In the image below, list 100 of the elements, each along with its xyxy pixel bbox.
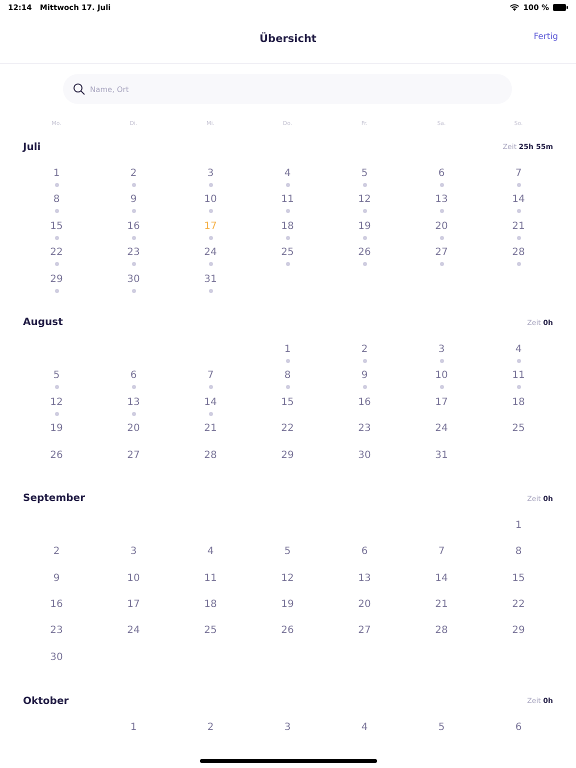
day-number[interactable]: 8 [284, 370, 291, 382]
day-number[interactable]: 17 [435, 396, 448, 409]
day-number[interactable]: 14 [204, 396, 217, 409]
day-number[interactable]: 14 [512, 194, 525, 206]
day-number[interactable]: 25 [512, 423, 525, 436]
day-number[interactable]: 3 [207, 168, 214, 180]
day-number[interactable]: 6 [515, 722, 522, 734]
day-number[interactable]: 2 [53, 546, 60, 558]
day-number[interactable]: 9 [130, 194, 137, 206]
day-number[interactable]: 10 [204, 194, 217, 206]
day-number[interactable]: 12 [50, 396, 63, 409]
day-number[interactable]: 6 [130, 370, 137, 382]
day-number[interactable]: 10 [435, 370, 448, 382]
day-number[interactable]: 14 [435, 572, 448, 585]
day-number[interactable]: 13 [435, 194, 448, 206]
day-number[interactable]: 8 [515, 546, 522, 558]
day-number[interactable]: 19 [281, 599, 294, 612]
day-number[interactable]: 21 [204, 423, 217, 436]
day-number[interactable]: 25 [204, 625, 217, 638]
day-number[interactable]: 30 [50, 652, 63, 664]
day-number[interactable]: 16 [50, 599, 63, 612]
day-number[interactable]: 7 [438, 546, 445, 558]
day-number[interactable]: 4 [361, 722, 368, 734]
day-number[interactable]: 4 [207, 546, 214, 558]
day-number[interactable]: 22 [281, 423, 294, 436]
day-number[interactable]: 9 [53, 572, 60, 585]
day-number[interactable]: 1 [515, 520, 522, 532]
day-number[interactable]: 31 [435, 450, 448, 462]
day-number[interactable]: 9 [361, 370, 368, 382]
day-number[interactable]: 6 [438, 168, 445, 180]
day-number[interactable]: 23 [358, 423, 371, 436]
day-number[interactable]: 26 [358, 247, 371, 260]
day-number[interactable]: 30 [358, 450, 371, 462]
day-number[interactable]: 27 [358, 625, 371, 638]
day-number[interactable]: 18 [512, 396, 525, 409]
day-number[interactable]: 5 [53, 370, 60, 382]
day-number[interactable]: 1 [53, 168, 60, 180]
day-number[interactable]: 29 [50, 274, 63, 286]
day-number[interactable]: 24 [204, 247, 217, 260]
day-number[interactable]: 28 [204, 450, 217, 462]
day-number[interactable]: 20 [358, 599, 371, 612]
day-number[interactable]: 5 [438, 722, 445, 734]
day-number[interactable]: 15 [512, 572, 525, 585]
day-number[interactable]: 3 [438, 344, 445, 356]
day-number[interactable]: 13 [127, 396, 140, 409]
day-number[interactable]: 11 [512, 370, 525, 382]
day-number[interactable]: 23 [127, 247, 140, 260]
day-number[interactable]: 28 [512, 247, 525, 260]
day-number[interactable]: 12 [358, 194, 371, 206]
day-number[interactable]: 11 [204, 572, 217, 585]
day-number[interactable]: 8 [53, 194, 60, 206]
day-number[interactable]: 24 [127, 625, 140, 638]
day-number[interactable]: 30 [127, 274, 140, 286]
day-number[interactable]: 22 [512, 599, 525, 612]
day-number[interactable]: 3 [284, 722, 291, 734]
day-number[interactable]: 19 [358, 220, 371, 233]
day-number[interactable]: 18 [281, 220, 294, 233]
done-button[interactable]: Fertig [534, 32, 558, 42]
day-number[interactable]: 26 [281, 625, 294, 638]
day-number[interactable]: 15 [281, 396, 294, 409]
day-number[interactable]: 31 [204, 274, 217, 286]
day-number[interactable]: 27 [127, 450, 140, 462]
day-number[interactable]: 13 [358, 572, 371, 585]
day-number[interactable]: 20 [435, 220, 448, 233]
day-number[interactable]: 4 [515, 344, 522, 356]
day-number[interactable]: 7 [515, 168, 522, 180]
day-number[interactable]: 19 [50, 423, 63, 436]
day-number[interactable]: 28 [435, 625, 448, 638]
day-number[interactable]: 5 [284, 546, 291, 558]
day-number[interactable]: 24 [435, 423, 448, 436]
day-number[interactable]: 11 [281, 194, 294, 206]
day-number[interactable]: 17 [127, 599, 140, 612]
day-number[interactable]: 1 [284, 344, 291, 356]
day-number[interactable]: 7 [207, 370, 214, 382]
day-number[interactable]: 10 [127, 572, 140, 585]
day-number[interactable]: 16 [358, 396, 371, 409]
month-title: Oktober [23, 696, 69, 707]
day-number[interactable]: 29 [281, 450, 294, 462]
day-number[interactable]: 2 [361, 344, 368, 356]
day-number[interactable]: 15 [50, 220, 63, 233]
day-number[interactable]: 18 [204, 599, 217, 612]
day-number[interactable]: 21 [435, 599, 448, 612]
day-number[interactable]: 5 [361, 168, 368, 180]
day-number[interactable]: 12 [281, 572, 294, 585]
day-number[interactable]: 4 [284, 168, 291, 180]
day-number[interactable]: 16 [127, 220, 140, 233]
day-number[interactable]: 2 [207, 722, 214, 734]
day-number[interactable]: 2 [130, 168, 137, 180]
day-number[interactable]: 6 [361, 546, 368, 558]
day-number[interactable]: 22 [50, 247, 63, 260]
day-number[interactable]: 27 [435, 247, 448, 260]
day-number[interactable]: 25 [281, 247, 294, 260]
day-number[interactable]: 1 [130, 722, 137, 734]
page-title: Übersicht [260, 32, 316, 44]
day-number[interactable]: 23 [50, 625, 63, 638]
day-number[interactable]: 29 [512, 625, 525, 638]
day-number[interactable]: 3 [130, 546, 137, 558]
day-number[interactable]: 21 [512, 220, 525, 233]
day-number[interactable]: 26 [50, 450, 63, 462]
day-number[interactable]: 20 [127, 423, 140, 436]
